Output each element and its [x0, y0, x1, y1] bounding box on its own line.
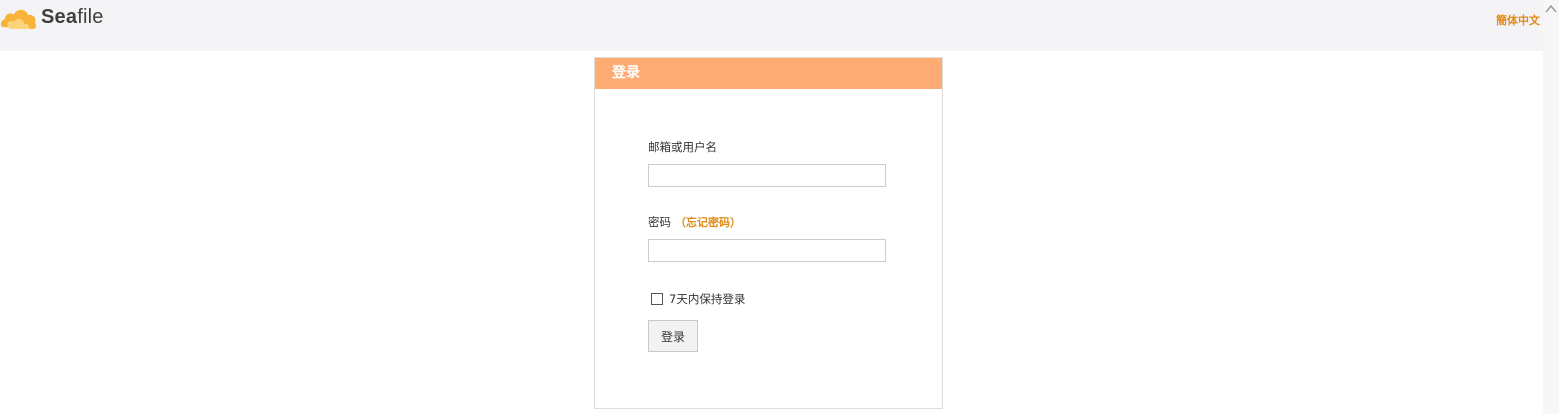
logo-text-rest: file	[77, 5, 104, 28]
remember-me-label: 7天内保持登录	[669, 292, 746, 306]
seafile-logo[interactable]: Seafile	[0, 3, 104, 31]
login-panel: 登录 邮箱或用户名 密码 （忘记密码） 7天内保持登录 登录	[594, 57, 943, 409]
password-label: 密码	[648, 215, 671, 229]
login-submit-button[interactable]: 登录	[648, 320, 698, 352]
password-input[interactable]	[648, 239, 886, 262]
logo-text: Seafile	[41, 6, 104, 29]
login-panel-title: 登录	[595, 58, 942, 89]
logo-text-strong: Sea	[41, 5, 78, 28]
username-input[interactable]	[648, 164, 886, 187]
username-label: 邮箱或用户名	[648, 140, 717, 154]
scrollbar[interactable]	[1543, 0, 1559, 414]
remember-me-checkbox[interactable]	[651, 293, 663, 305]
seafile-cloud-icon	[0, 9, 37, 29]
password-label-row: 密码 （忘记密码）	[648, 214, 741, 230]
forgot-password-link[interactable]: （忘记密码）	[675, 216, 741, 229]
top-header: Seafile 簡体中文	[0, 0, 1543, 51]
remember-me-row[interactable]: 7天内保持登录	[651, 291, 745, 307]
chevron-up-icon[interactable]	[1545, 3, 1557, 15]
language-switch-link[interactable]: 簡体中文	[1496, 12, 1540, 28]
